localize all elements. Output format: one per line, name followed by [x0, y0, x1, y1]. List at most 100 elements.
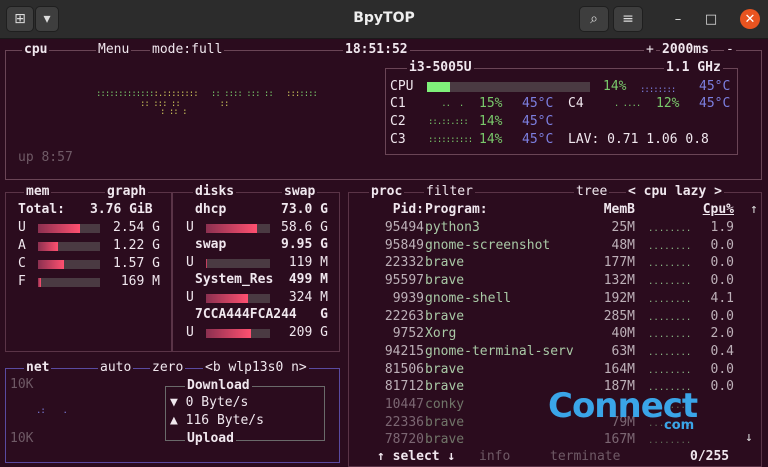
disks-label: disks	[193, 184, 237, 200]
menu-button[interactable]: Menu	[96, 42, 132, 58]
close-icon[interactable]: ✕	[740, 9, 760, 29]
filter-button[interactable]: filter	[424, 184, 475, 200]
core-c2-name: C2	[390, 114, 406, 129]
upload-label: Upload	[185, 431, 236, 447]
terminal: cpu Menu mode:full 18:51:52 + 2000ms - :…	[0, 38, 768, 467]
cpu-graph-peaks-low: : :: :	[160, 107, 187, 117]
proc-cpu-graph: ........	[648, 224, 692, 234]
graph-toggle[interactable]: graph	[105, 184, 149, 200]
scroll-down-icon[interactable]: ↓	[745, 430, 753, 446]
mem-row-bar	[38, 278, 100, 287]
interval-minus-button[interactable]: -	[724, 42, 736, 58]
terminate-button[interactable]: terminate	[548, 449, 623, 465]
disk-used: 324 M	[288, 290, 328, 305]
core-c4-pct: 12%	[656, 96, 680, 111]
mem-row-value: 2.54 G	[113, 220, 160, 235]
process-count: 0/255	[688, 449, 732, 465]
disk-used: 119 M	[288, 255, 328, 270]
proc-cpu-graph: ........	[648, 436, 692, 447]
proc-cpu-graph: ........	[648, 347, 692, 358]
cpu-header[interactable]: Cpu%	[703, 202, 734, 217]
cpu-label: cpu	[22, 42, 50, 58]
disk-used: 209 G	[288, 325, 328, 340]
download-label: Download	[185, 378, 252, 394]
table-row[interactable]: 94215 gnome-terminal-serv 63M........ 0.4	[352, 344, 762, 361]
proc-cpu-graph: ........	[648, 330, 692, 341]
disk-used-key: U	[186, 325, 194, 340]
info-button[interactable]: info	[477, 449, 513, 465]
swap-toggle[interactable]: swap	[282, 184, 318, 200]
scroll-up-icon[interactable]: ↑	[750, 202, 758, 218]
table-row[interactable]: 9939 gnome-shell 192M........ 4.1	[352, 291, 762, 308]
table-row[interactable]: 22263 brave 285M........ 0.0	[352, 309, 762, 326]
mem-row-key: U	[18, 220, 26, 235]
disk-used-key: U	[186, 220, 194, 235]
mem-header[interactable]: MemB	[604, 202, 635, 217]
table-row[interactable]: 95494 python3 25M........ 1.9	[352, 220, 762, 237]
core-c4-name: C4	[568, 96, 584, 111]
zero-toggle[interactable]: zero	[150, 360, 186, 376]
mem-row-bar	[38, 224, 100, 233]
search-icon[interactable]: ⌕	[579, 6, 609, 32]
program-header[interactable]: Program:	[425, 202, 488, 217]
table-row[interactable]: 81506 brave 164M........ 0.0	[352, 362, 762, 379]
proc-cpu-graph: ........	[648, 241, 692, 252]
minimize-icon[interactable]: –	[668, 9, 688, 29]
disk-used-key: U	[186, 290, 194, 305]
mem-row-value: 1.22 G	[113, 238, 160, 253]
upload-value: ▲ 116 Byte/s	[170, 413, 264, 428]
disk-size: G	[320, 307, 328, 322]
cpu-total-name: CPU	[390, 79, 414, 94]
proc-cpu-graph: ........	[648, 259, 692, 270]
cpu-total-graph: ::::::::	[640, 85, 676, 95]
disk-name: System_Res	[195, 272, 274, 287]
proc-header: Pid: Program: MemB Cpu%	[352, 202, 762, 219]
core-c3-graph: ::::::::::	[428, 135, 473, 145]
net-graph: .: .	[36, 406, 68, 416]
window-title: BpyTOP	[353, 10, 415, 26]
select-control[interactable]: ↑ select ↓	[375, 449, 458, 465]
interval-value: 2000ms	[660, 42, 711, 58]
table-row[interactable]: 78720 brave 167M........	[352, 432, 762, 449]
mode-button[interactable]: mode:full	[150, 42, 225, 58]
core-c4-graph: . ....	[605, 99, 642, 109]
load-average: LAV: 0.71 1.06 0.8	[568, 132, 709, 147]
sort-selector[interactable]: < cpu lazy >	[626, 184, 724, 200]
download-value: ▼ 0 Byte/s	[170, 395, 249, 410]
tree-toggle[interactable]: tree	[574, 184, 610, 200]
net-scale-bottom: 10K	[10, 431, 34, 446]
core-c3-pct: 14%	[479, 132, 503, 147]
disk-size: 73.0 G	[281, 202, 328, 217]
core-c2-graph: ::.::.:::	[428, 117, 469, 127]
auto-toggle[interactable]: auto	[98, 360, 134, 376]
mem-row-value: 1.57 G	[113, 256, 160, 271]
mem-row-bar	[38, 242, 100, 251]
mem-row-key: F	[18, 274, 26, 289]
table-row[interactable]: 22332 brave 177M........ 0.0	[352, 255, 762, 272]
maximize-icon[interactable]: □	[701, 9, 721, 29]
interface-selector[interactable]: <b wlp13s0 n>	[203, 360, 309, 376]
mem-row-value: 169 M	[120, 274, 160, 289]
interval-plus-button[interactable]: +	[644, 42, 656, 58]
title-bar: ⊞ ▾ BpyTOP ⌕ ≡ – □ ✕	[0, 0, 768, 39]
disk-name: dhcp	[195, 202, 227, 217]
core-c4-temp: 45°C	[699, 96, 731, 111]
table-row[interactable]: 95597 brave 132M........ 0.0	[352, 273, 762, 290]
pid-header[interactable]: Pid:	[393, 202, 424, 217]
core-c1-graph: .. .	[428, 99, 464, 109]
disk-bar	[206, 329, 270, 338]
disk-used-key: U	[186, 255, 194, 270]
mem-total-value: 3.76 GiB	[90, 202, 153, 217]
disk-size: 499 M	[288, 272, 328, 287]
hamburger-menu-icon[interactable]: ≡	[613, 6, 643, 32]
net-label: net	[24, 360, 52, 376]
core-c1-temp: 45°C	[522, 96, 554, 111]
table-row[interactable]: 95849 gnome-screenshot 48M........ 0.0	[352, 238, 762, 255]
table-row[interactable]: 9752 Xorg 40M........ 2.0	[352, 326, 762, 343]
cpu-total-pct: 14%	[603, 79, 627, 94]
proc-cpu-graph: ........	[648, 312, 692, 323]
core-c3-name: C3	[390, 132, 406, 147]
disk-size: 9.95 G	[281, 237, 328, 252]
mem-row-key: A	[18, 238, 26, 253]
cpu-graph: ::::::::::::::.:::::::: :: :::: ::: :: :…	[96, 89, 318, 99]
